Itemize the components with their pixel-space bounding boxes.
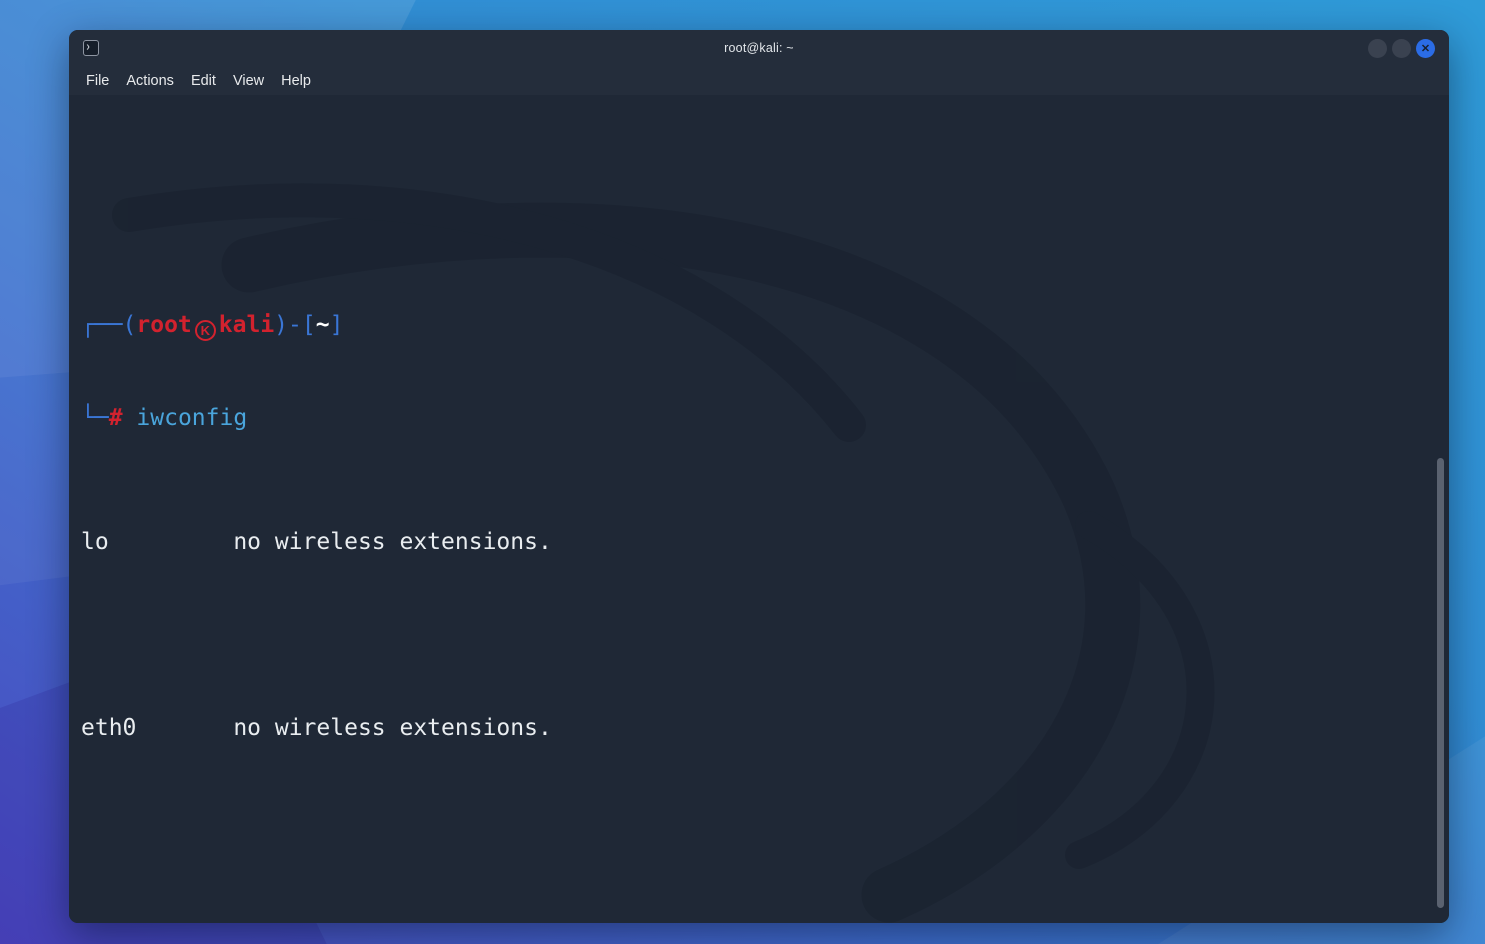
prompt-hash: # bbox=[109, 405, 123, 431]
terminal-output[interactable]: ┌──(rootKkali)-[~] └─# iwconfig lo no wi… bbox=[69, 95, 1449, 923]
window-controls: ✕ bbox=[1368, 39, 1435, 58]
menu-help[interactable]: Help bbox=[281, 73, 311, 89]
prompt-user: root bbox=[136, 312, 191, 338]
terminal-window: ❯ root@kali: ~ ✕ File Actions Edit View … bbox=[69, 30, 1449, 923]
prompt-cont: └─ bbox=[81, 405, 109, 431]
window-title: root@kali: ~ bbox=[69, 41, 1449, 55]
minimize-button[interactable] bbox=[1368, 39, 1387, 58]
scrollbar[interactable] bbox=[1437, 458, 1444, 908]
command-line: └─# iwconfig bbox=[81, 403, 1449, 434]
command-text: iwconfig bbox=[123, 405, 248, 431]
output-lo: lo no wireless extensions. bbox=[81, 527, 1449, 558]
output-eth0: eth0 no wireless extensions. bbox=[81, 713, 1449, 744]
prompt-close: ] bbox=[330, 312, 344, 338]
kali-circled-k-icon: K bbox=[195, 320, 216, 341]
desktop: { "colors": { "wall-top": "#2f9bd8", "wa… bbox=[0, 0, 1485, 944]
maximize-button[interactable] bbox=[1392, 39, 1411, 58]
terminal-icon: ❯ bbox=[83, 40, 99, 56]
menu-edit[interactable]: Edit bbox=[191, 73, 216, 89]
prompt-mid: )-[ bbox=[274, 312, 316, 338]
menu-actions[interactable]: Actions bbox=[126, 73, 174, 89]
prompt-line-1: ┌──(rootKkali)-[~] bbox=[81, 310, 1449, 341]
menubar: File Actions Edit View Help bbox=[69, 66, 1449, 95]
menu-file[interactable]: File bbox=[86, 73, 109, 89]
prompt-open: ┌──( bbox=[81, 312, 136, 338]
kali-dragon-watermark bbox=[69, 95, 1449, 923]
titlebar[interactable]: ❯ root@kali: ~ ✕ bbox=[69, 30, 1449, 66]
prompt-dir: ~ bbox=[316, 312, 330, 338]
prompt-host: kali bbox=[219, 312, 274, 338]
close-button[interactable]: ✕ bbox=[1416, 39, 1435, 58]
menu-view[interactable]: View bbox=[233, 73, 264, 89]
